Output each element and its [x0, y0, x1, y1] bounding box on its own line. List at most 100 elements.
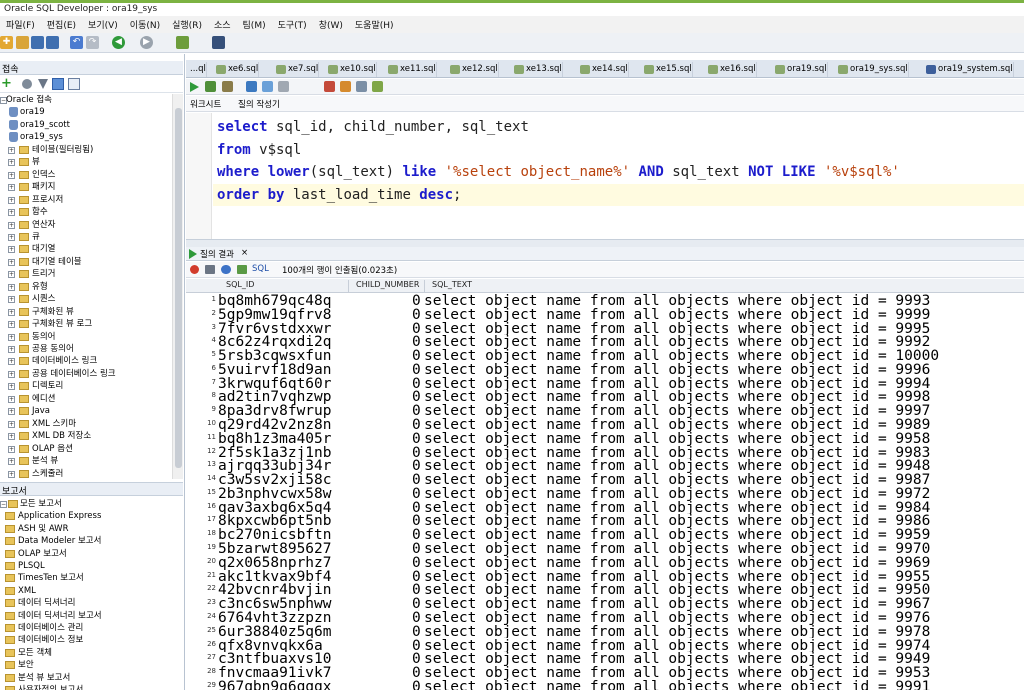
- expand-icon[interactable]: +: [8, 246, 15, 254]
- table-row[interactable]: 5 5rsb3cqwsxfun 0 select object_name from a…: [186, 349, 1024, 363]
- report-node[interactable]: OLAP 보고서: [0, 548, 183, 560]
- cell-sql-id[interactable]: c3ntfbuaxvs10: [218, 652, 332, 666]
- back-icon[interactable]: ◀: [112, 36, 125, 49]
- editor-tab[interactable]: ora19_system.sql: [924, 62, 1014, 77]
- tree-node[interactable]: + 에디션: [0, 393, 172, 405]
- cell-sql-text[interactable]: select object_name from all_objects wher…: [424, 528, 930, 542]
- menu-item[interactable]: 소스: [208, 18, 237, 31]
- tree-node[interactable]: + 연산자: [0, 219, 172, 231]
- format-icon[interactable]: [372, 81, 383, 92]
- history-icon[interactable]: [356, 81, 367, 92]
- cell-child-number[interactable]: 0: [412, 487, 421, 501]
- tree-node[interactable]: + XML DB 저장소: [0, 430, 172, 442]
- cell-sql-text[interactable]: select object_name from all_objects wher…: [424, 570, 930, 584]
- table-row[interactable]: 1 bq8mh679qc48q 0 select object_name from a…: [186, 294, 1024, 308]
- table-row[interactable]: 6 5vuirvf18d9an 0 select object_name from a…: [186, 363, 1024, 377]
- filter-icon[interactable]: [38, 79, 48, 89]
- cell-child-number[interactable]: 0: [412, 473, 421, 487]
- editor-tab[interactable]: ...ql: [186, 62, 207, 77]
- tree-node[interactable]: + 데이터베이스 링크: [0, 355, 172, 367]
- tree-node[interactable]: + 동의어: [0, 331, 172, 343]
- tree-node[interactable]: + 뷰: [0, 156, 172, 168]
- report-node[interactable]: 데이터베이스 관리: [0, 622, 183, 634]
- expand-icon[interactable]: +: [8, 395, 15, 403]
- tree-node[interactable]: + Java: [0, 405, 172, 417]
- expand-icon[interactable]: +: [8, 196, 15, 204]
- cell-sql-id[interactable]: ad2tin7vqhzwp: [218, 390, 332, 404]
- cell-sql-text[interactable]: select object_name from all_objects wher…: [424, 363, 930, 377]
- sql-label[interactable]: SQL: [252, 264, 269, 274]
- cell-sql-id[interactable]: 8c62z4rqxdi2q: [218, 335, 332, 349]
- cell-sql-text[interactable]: select object_name from all_objects wher…: [424, 611, 930, 625]
- report-node[interactable]: PLSQL: [0, 560, 183, 572]
- cell-sql-text[interactable]: select object_name from all_objects wher…: [424, 349, 939, 363]
- pin-icon[interactable]: [190, 265, 199, 274]
- tree-node[interactable]: + 인덱스: [0, 169, 172, 181]
- tree-node[interactable]: + 공용 동의어: [0, 343, 172, 355]
- cell-sql-text[interactable]: select object_name from all_objects wher…: [424, 625, 930, 639]
- cell-sql-id[interactable]: qfx8vnvqkx6a: [218, 639, 323, 653]
- cell-sql-id[interactable]: bq8mh679qc48q: [218, 294, 332, 308]
- editor-tab[interactable]: xe7.sql: [274, 62, 320, 77]
- tree-node[interactable]: + OLAP 옵션: [0, 443, 172, 455]
- cell-child-number[interactable]: 0: [412, 459, 421, 473]
- cell-sql-text[interactable]: select object_name from all_objects wher…: [424, 446, 930, 460]
- report-node[interactable]: XML: [0, 585, 183, 597]
- expand-icon[interactable]: +: [8, 296, 15, 304]
- tree-node[interactable]: + 시퀀스: [0, 293, 172, 305]
- undo-icon[interactable]: ↶: [70, 36, 83, 49]
- menu-item[interactable]: 팀(M): [237, 18, 272, 31]
- save-icon[interactable]: [31, 36, 44, 49]
- cell-sql-text[interactable]: select object_name from all_objects wher…: [424, 377, 930, 391]
- autotrace-icon[interactable]: [222, 81, 233, 92]
- table-row[interactable]: 28 fnvcmaa91ivk7 0 select object_name from …: [186, 666, 1024, 680]
- cell-sql-text[interactable]: select object_name from all_objects wher…: [424, 542, 930, 556]
- tab-query-builder[interactable]: 질의 작성기: [238, 98, 280, 110]
- column-header-child-number[interactable]: CHILD_NUMBER: [356, 280, 419, 289]
- expand-icon[interactable]: +: [8, 470, 15, 478]
- expand-icon[interactable]: +: [8, 221, 15, 229]
- table-row[interactable]: 27 c3ntfbuaxvs10 0 select object_name from …: [186, 652, 1024, 666]
- cell-sql-id[interactable]: c3nc6sw5nphww: [218, 597, 332, 611]
- cell-child-number[interactable]: 0: [412, 322, 421, 336]
- run-script-icon[interactable]: [205, 81, 216, 92]
- report-node[interactable]: 사용자정의 보고서: [0, 684, 183, 690]
- expand-icon[interactable]: +: [8, 433, 15, 441]
- menu-item[interactable]: 도구(T): [272, 18, 313, 31]
- cell-sql-text[interactable]: select object_name from all_objects wher…: [424, 294, 930, 308]
- print-icon[interactable]: [205, 265, 215, 274]
- menu-item[interactable]: 실행(R): [166, 18, 208, 31]
- add-connection-icon[interactable]: +: [1, 77, 12, 90]
- cell-sql-id[interactable]: 42bvcnr4bvjin: [218, 583, 332, 597]
- cell-sql-text[interactable]: select object_name from all_objects wher…: [424, 404, 930, 418]
- tree-node[interactable]: + 트리거: [0, 268, 172, 280]
- table-row[interactable]: 9 8pa3drv8fwrup 0 select object_name from a…: [186, 404, 1024, 418]
- cell-child-number[interactable]: 0: [412, 597, 421, 611]
- tree-node[interactable]: − Oracle 접속: [0, 94, 172, 106]
- expand-icon[interactable]: +: [8, 159, 15, 167]
- cell-sql-id[interactable]: c3w5sv2xji58c: [218, 473, 332, 487]
- cell-child-number[interactable]: 0: [412, 390, 421, 404]
- cell-sql-id[interactable]: akc1tkvax9bf4: [218, 570, 332, 584]
- cell-sql-text[interactable]: select object_name from all_objects wher…: [424, 335, 930, 349]
- cell-child-number[interactable]: 0: [412, 583, 421, 597]
- expand-icon[interactable]: +: [8, 358, 15, 366]
- report-node[interactable]: − 모든 보고서: [0, 498, 183, 510]
- new-icon[interactable]: ✚: [0, 36, 13, 49]
- table-row[interactable]: 14 c3w5sv2xji58c 0 select object_name from …: [186, 473, 1024, 487]
- expand-icon[interactable]: +: [8, 283, 15, 291]
- editor-tab[interactable]: ora19_sys.sql: [836, 62, 909, 77]
- clear-icon[interactable]: [340, 81, 351, 92]
- table-row[interactable]: 3 7fvr6vstdxxwr 0 select object_name from a…: [186, 322, 1024, 336]
- cell-sql-text[interactable]: select object_name from all_objects wher…: [424, 432, 930, 446]
- cell-sql-text[interactable]: select object_name from all_objects wher…: [424, 652, 930, 666]
- menu-item[interactable]: 도움말(H): [349, 18, 400, 31]
- table-row[interactable]: 13 ajrqq33ubj34r 0 select object_name from …: [186, 459, 1024, 473]
- report-node[interactable]: Application Express: [0, 510, 183, 522]
- cell-child-number[interactable]: 0: [412, 294, 421, 308]
- tree-node[interactable]: + 프로시저: [0, 194, 172, 206]
- cell-child-number[interactable]: 0: [412, 680, 421, 690]
- menu-item[interactable]: 보기(V): [82, 18, 124, 31]
- cell-sql-id[interactable]: 8pa3drv8fwrup: [218, 404, 332, 418]
- cell-sql-id[interactable]: qav3axbq6x5q4: [218, 501, 332, 515]
